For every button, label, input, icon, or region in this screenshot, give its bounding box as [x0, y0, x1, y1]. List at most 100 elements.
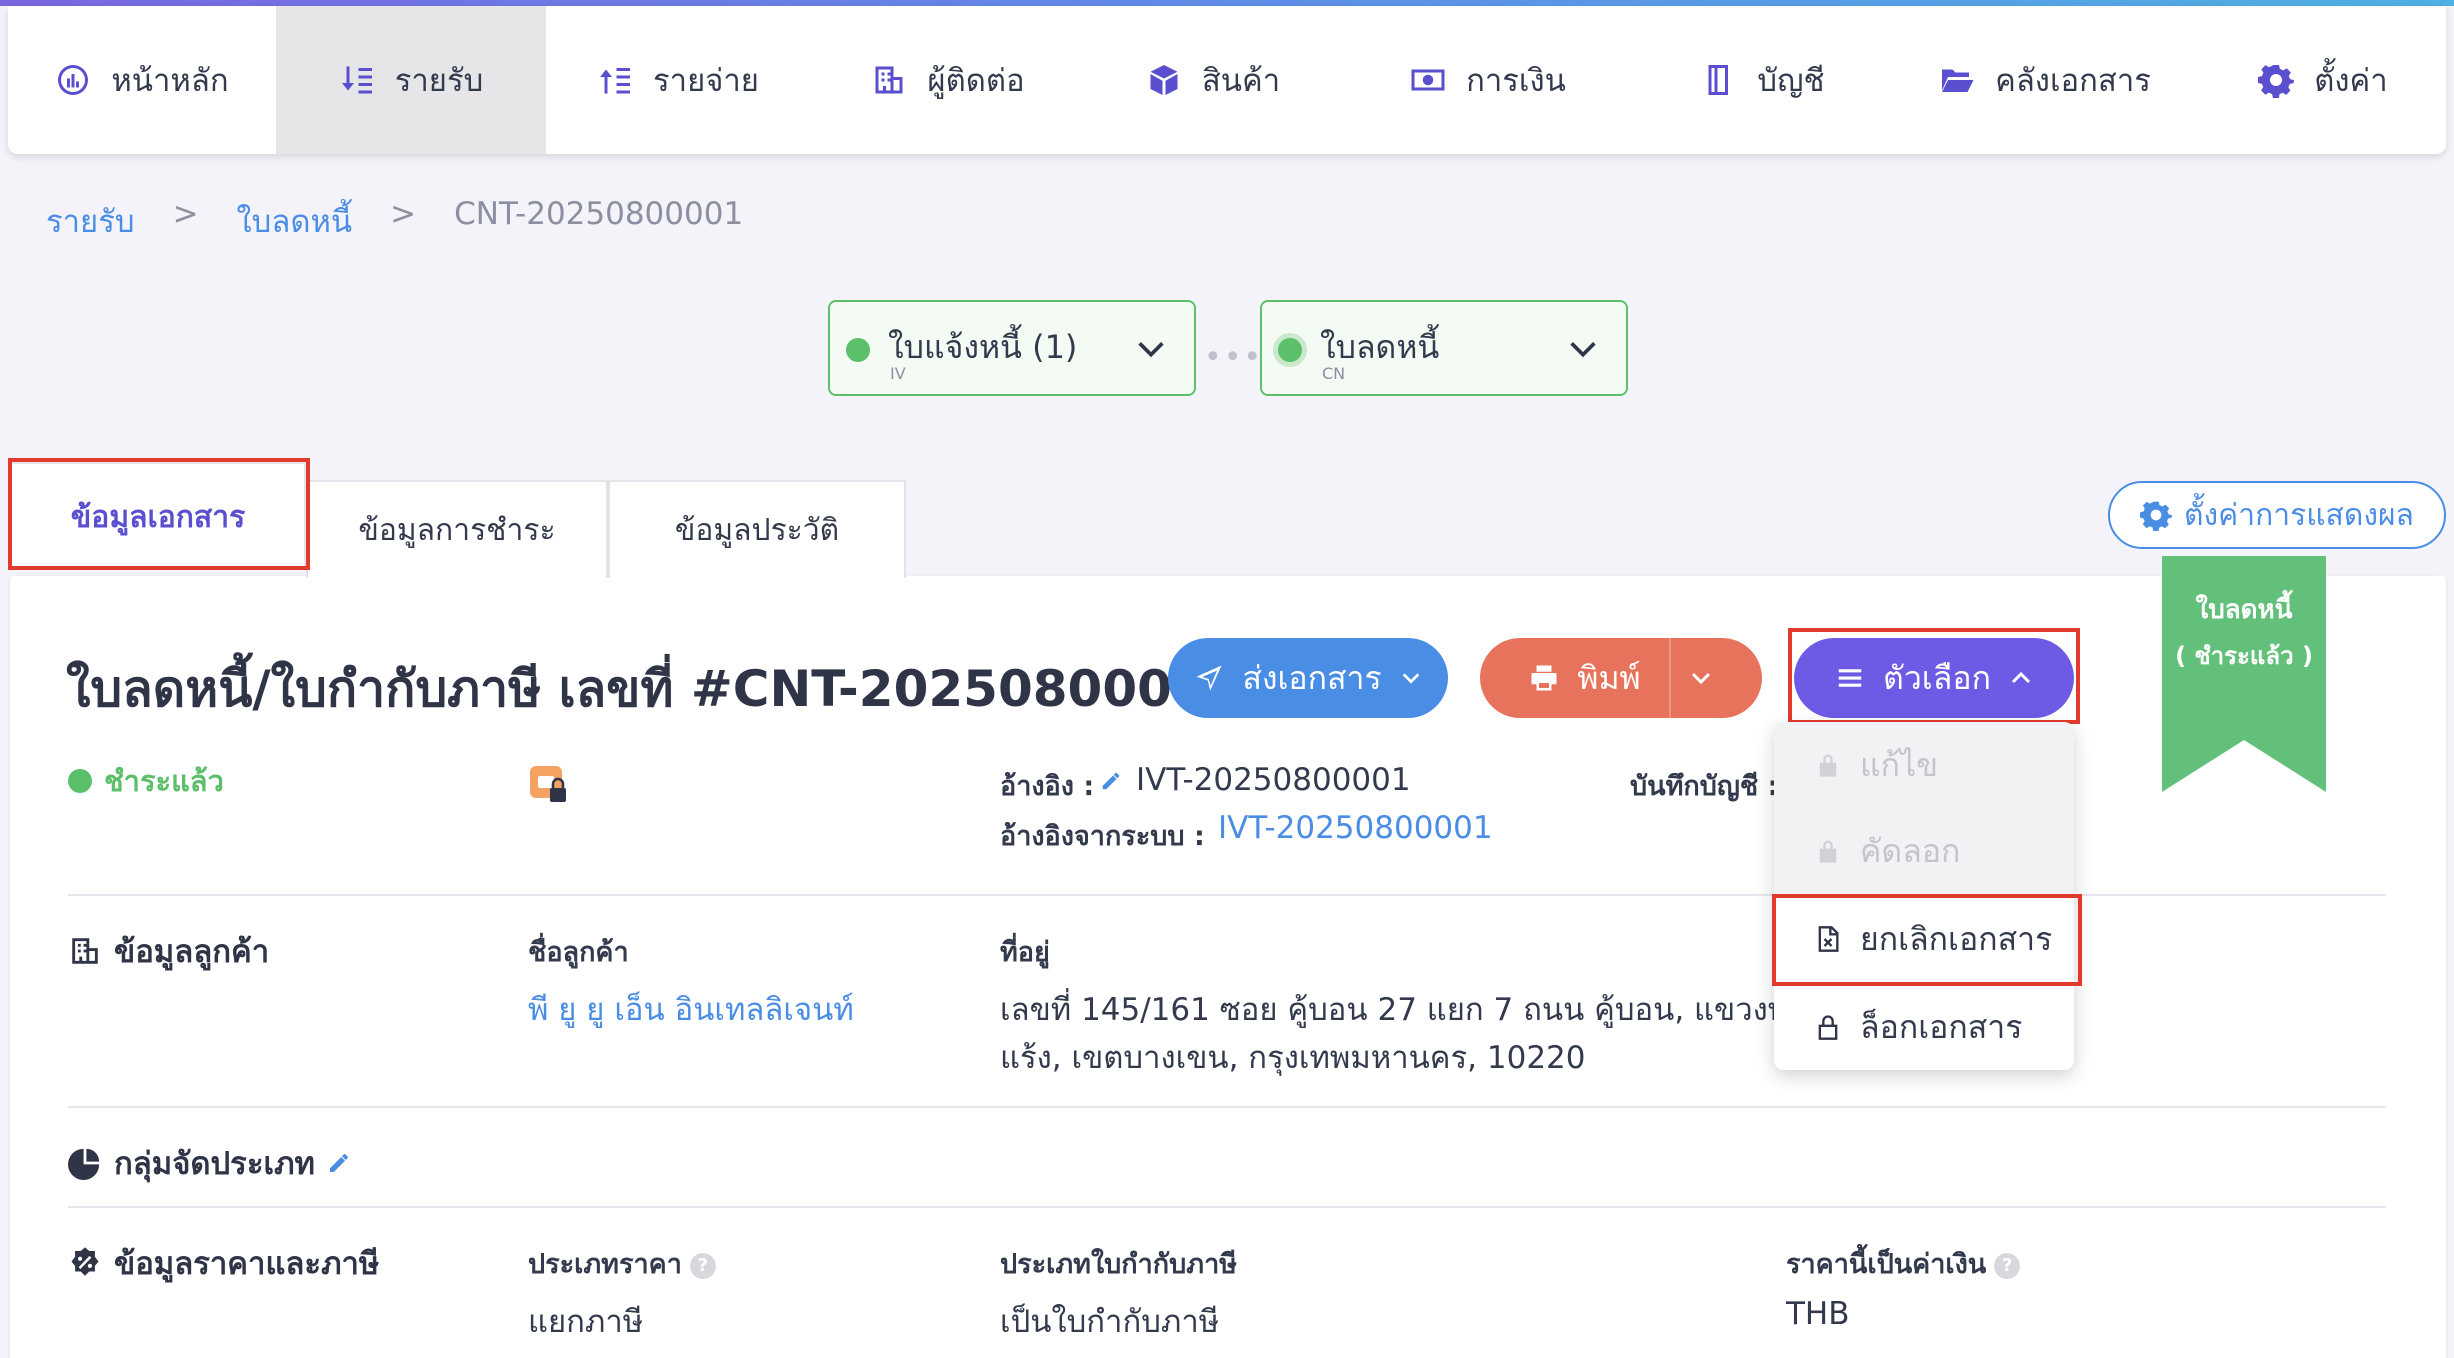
- menu-item-edit[interactable]: แก้ไข: [1774, 722, 2074, 808]
- gear-icon: [2140, 501, 2173, 531]
- nav-item-label: ผู้ติดต่อ: [927, 63, 1025, 99]
- price-type-label-text: ประเภทราคา: [528, 1249, 682, 1280]
- nav-item-settings[interactable]: ตั้งค่า: [2200, 6, 2446, 154]
- breadcrumb-current: CNT-20250800001: [454, 196, 744, 232]
- customer-section-title: ข้อมูลลูกค้า: [68, 926, 269, 976]
- nav-item-label: สินค้า: [1201, 63, 1281, 99]
- section-title-text: กลุ่มจัดประเภท: [114, 1146, 315, 1182]
- nav-item-label: ตั้งค่า: [2314, 63, 2388, 99]
- breadcrumb: รายรับ > ใบลดหนี้ > CNT-20250800001: [46, 196, 743, 246]
- nav-item-finance[interactable]: การเงิน: [1340, 6, 1636, 154]
- flow-step-title: ใบแจ้งหนี้ (1): [888, 328, 1078, 366]
- chevron-down-icon: [1691, 672, 1710, 685]
- journal-label: บันทึกบัญชี :: [1630, 771, 1779, 802]
- currency-value: THB: [1786, 1296, 1850, 1332]
- section-title-text: ข้อมูลลูกค้า: [114, 934, 270, 970]
- status-dot: [68, 769, 92, 793]
- display-settings-label: ตั้งค่าการแสดงผล: [2184, 497, 2414, 533]
- menu-item-label: ล็อกเอกสาร: [1860, 1007, 2023, 1046]
- tab-payment-info[interactable]: ข้อมูลการชำระ: [306, 480, 608, 578]
- percent-badge-icon: [71, 1247, 99, 1276]
- folder-icon: [1942, 69, 1974, 92]
- customer-name-label: ชื่อลูกค้า: [528, 937, 629, 968]
- price-type-label: ประเภทราคา?: [528, 1242, 716, 1285]
- breadcrumb-credit-note-link[interactable]: ใบลดหนี้: [237, 196, 353, 246]
- reference-label: อ้างอิง :: [1000, 771, 1095, 802]
- section-title-text: ข้อมูลราคาและภาษี: [114, 1246, 380, 1282]
- divider: [68, 1106, 2386, 1108]
- lock-icon: [1819, 840, 1837, 863]
- pie-chart-icon: [68, 1148, 100, 1180]
- highlight-box: [1772, 894, 2082, 986]
- print-label: พิมพ์: [1577, 658, 1641, 697]
- breadcrumb-income-link[interactable]: รายรับ: [46, 196, 135, 246]
- category-section-title: กลุ่มจัดประเภท: [68, 1138, 351, 1188]
- nav-item-expense[interactable]: รายจ่าย: [546, 6, 810, 154]
- lock-badge-icon: [530, 766, 566, 802]
- menu-item-label: แก้ไข: [1860, 745, 1938, 784]
- chevron-down-icon: [1138, 342, 1164, 358]
- help-icon[interactable]: ?: [689, 1252, 716, 1279]
- tax-invoice-type-value: เป็นใบกำกับภาษี: [1000, 1304, 1220, 1340]
- nav-item-label: หน้าหลัก: [111, 63, 229, 99]
- status-badge: ชำระแล้ว: [68, 758, 224, 804]
- nav-item-products[interactable]: สินค้า: [1086, 6, 1340, 154]
- income-icon: [341, 66, 372, 94]
- status-text: ชำระแล้ว: [104, 764, 224, 798]
- send-document-button[interactable]: ส่งเอกสาร: [1168, 638, 1448, 718]
- flow-connector: •••: [1204, 340, 1264, 375]
- nav-item-label: รายจ่าย: [653, 63, 759, 99]
- nav-item-label: คลังเอกสาร: [1995, 63, 2151, 99]
- system-reference-link[interactable]: IVT-20250800001: [1218, 810, 1493, 846]
- nav-item-contacts[interactable]: ผู้ติดต่อ: [810, 6, 1086, 154]
- display-settings-button[interactable]: ตั้งค่าการแสดงผล: [2108, 481, 2446, 549]
- pencil-icon[interactable]: [1100, 770, 1122, 792]
- system-reference-label: อ้างอิงจากระบบ :: [1000, 821, 1205, 852]
- nav-item-income[interactable]: รายรับ: [276, 6, 546, 154]
- nav-item-label: รายรับ: [394, 63, 484, 99]
- price-type-value: แยกภาษี: [528, 1304, 644, 1340]
- address-line1: เลขที่ 145/161 ซอย คู้บอน 27 แยก 7 ถนน ค…: [1000, 992, 1806, 1028]
- address-line2: แร้ง, เขตบางเขน, กรุงเทพมหานคร, 10220: [1000, 1040, 1586, 1076]
- currency-label: ราคานี้เป็นค่าเงิน?: [1786, 1242, 2021, 1285]
- printer-icon: [1531, 665, 1557, 691]
- menu-item-copy[interactable]: คัดลอก: [1774, 808, 2074, 894]
- chevron-down-icon: [1570, 342, 1596, 358]
- pricing-section-title: ข้อมูลราคาและภาษี: [68, 1238, 379, 1288]
- ledger-icon: [1708, 65, 1729, 95]
- help-icon[interactable]: ?: [1994, 1252, 2021, 1279]
- building-icon: [72, 938, 98, 964]
- breadcrumb-separator: >: [172, 196, 199, 232]
- nav-item-documents[interactable]: คลังเอกสาร: [1890, 6, 2200, 154]
- print-button[interactable]: พิมพ์: [1480, 638, 1762, 718]
- dashboard-icon: [58, 65, 89, 95]
- nav-item-label: การเงิน: [1466, 63, 1566, 99]
- contacts-icon: [875, 66, 903, 94]
- tax-invoice-type-label: ประเภทใบกำกับภาษี: [1000, 1249, 1238, 1280]
- paper-plane-icon: [1196, 665, 1222, 691]
- nav-item-home[interactable]: หน้าหลัก: [8, 6, 276, 154]
- menu-item-label: คัดลอก: [1860, 831, 1961, 870]
- menu-item-lock-document[interactable]: ล็อกเอกสาร: [1774, 984, 2074, 1070]
- pencil-icon[interactable]: [327, 1151, 351, 1175]
- nav-item-accounting[interactable]: บัญชี: [1636, 6, 1890, 154]
- chevron-down-icon: [1402, 673, 1419, 684]
- status-dot: [846, 338, 870, 362]
- flow-step-sub: IV: [890, 364, 906, 383]
- send-label: ส่งเอกสาร: [1242, 658, 1382, 697]
- tab-history-info[interactable]: ข้อมูลประวัติ: [608, 480, 906, 578]
- flow-step-sub: CN: [1322, 364, 1346, 383]
- box-icon: [1150, 65, 1178, 95]
- flow-step-credit-note[interactable]: ใบลดหนี้ CN: [1260, 300, 1628, 396]
- customer-name-link[interactable]: พี ยู ยู เอ็น อินเทลลิเจนท์: [528, 984, 854, 1034]
- flow-step-invoice[interactable]: ใบแจ้งหนี้ (1) IV: [828, 300, 1196, 396]
- expense-icon: [600, 68, 631, 94]
- main-navigation: หน้าหลัก รายรับ รายจ่าย ผู้ติดต่อ สินค้า…: [8, 6, 2446, 154]
- highlight-box: [8, 458, 310, 570]
- breadcrumb-separator: >: [390, 196, 417, 232]
- lock-icon: [1818, 1015, 1838, 1040]
- gear-icon: [2258, 65, 2295, 98]
- document-title-text: ใบลดหนี้/ใบกำกับภาษี เลขที่ #CNT-2025080…: [66, 660, 1242, 718]
- status-dot: [1278, 338, 1302, 362]
- reference-value: IVT-20250800001: [1136, 762, 1411, 798]
